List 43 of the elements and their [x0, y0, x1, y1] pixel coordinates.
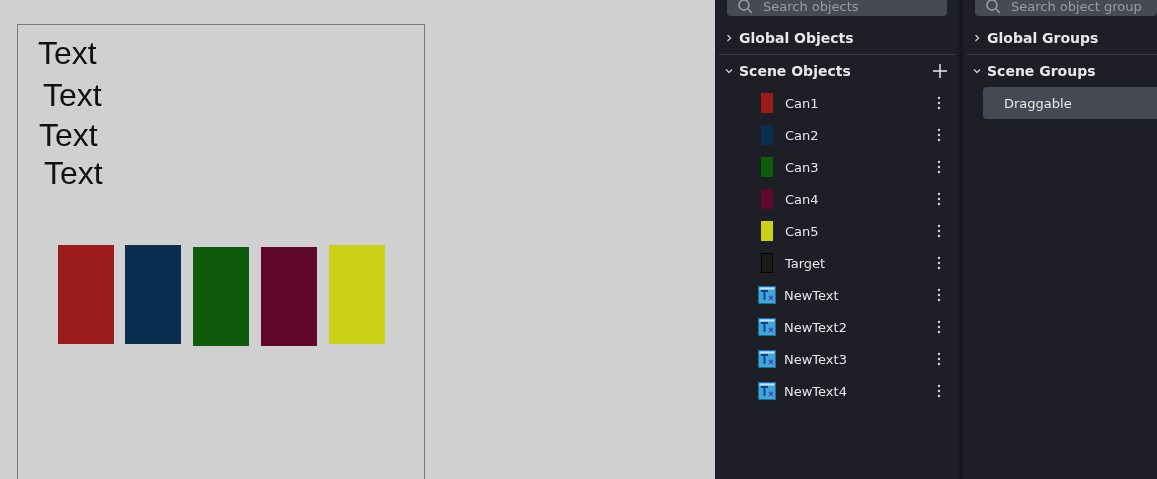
- more-options-icon[interactable]: [937, 96, 941, 110]
- canvas-text: Text: [38, 35, 97, 71]
- object-item[interactable]: Can5: [785, 223, 937, 239]
- text-object-icon: [758, 382, 776, 400]
- outline-rectangle-icon: [761, 253, 773, 273]
- section-title[interactable]: Scene Objects: [739, 63, 927, 79]
- more-options-icon[interactable]: [937, 288, 941, 302]
- object-item[interactable]: NewText: [784, 287, 937, 303]
- chevron-icon[interactable]: [725, 34, 733, 42]
- search-field[interactable]: Search objects: [727, 0, 947, 16]
- object-item[interactable]: Can1: [785, 95, 937, 111]
- canvas-text: Text: [44, 155, 103, 191]
- object-item[interactable]: Can4: [785, 191, 937, 207]
- section-title[interactable]: Global Groups: [987, 30, 1149, 46]
- object-item[interactable]: Can3: [785, 159, 937, 175]
- object-item[interactable]: NewText2: [784, 319, 937, 335]
- more-options-icon[interactable]: [937, 256, 941, 270]
- text-object-icon: [758, 350, 776, 368]
- more-options-icon[interactable]: [937, 352, 941, 366]
- section-title[interactable]: Global Objects: [739, 30, 947, 46]
- chevron-icon[interactable]: [725, 67, 733, 75]
- object-item[interactable]: Target: [785, 255, 937, 271]
- more-options-icon[interactable]: [937, 224, 941, 238]
- canvas-text: Text: [39, 117, 98, 153]
- more-options-icon[interactable]: [937, 192, 941, 206]
- search-icon: [985, 0, 1001, 14]
- search-field[interactable]: Search object group: [975, 0, 1157, 16]
- more-options-icon[interactable]: [937, 384, 941, 398]
- chevron-icon[interactable]: [973, 67, 981, 75]
- object-item[interactable]: NewText4: [784, 383, 937, 399]
- more-options-icon[interactable]: [937, 320, 941, 334]
- canvas-text: Text: [43, 77, 102, 113]
- search-icon: [737, 0, 753, 14]
- more-options-icon[interactable]: [937, 128, 941, 142]
- add-icon[interactable]: [933, 64, 947, 78]
- object-item[interactable]: NewText3: [784, 351, 937, 367]
- group-item[interactable]: Draggable: [983, 87, 1157, 119]
- object-item[interactable]: Can2: [785, 127, 937, 143]
- text-object-icon: [758, 318, 776, 336]
- text-object-icon: [758, 286, 776, 304]
- chevron-icon[interactable]: [973, 34, 981, 42]
- more-options-icon[interactable]: [937, 160, 941, 174]
- section-title[interactable]: Scene Groups: [987, 63, 1149, 79]
